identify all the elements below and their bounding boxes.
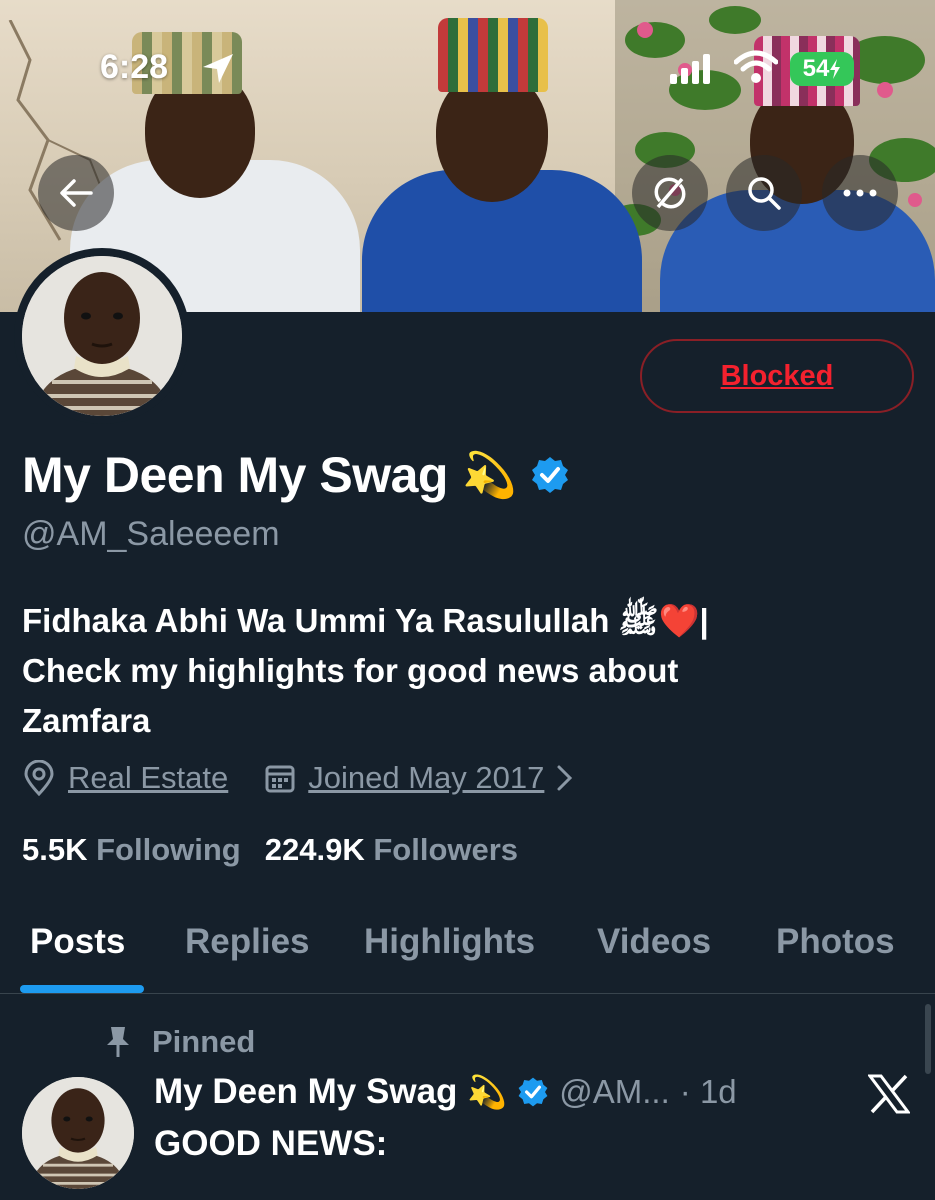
back-button[interactable] [38, 155, 114, 231]
pin-icon [107, 1027, 129, 1057]
x-logo-icon[interactable] [868, 1074, 910, 1114]
battery-indicator: 54 [790, 52, 854, 86]
tweet-author-avatar[interactable] [22, 1077, 134, 1189]
cellular-signal-icon [670, 54, 710, 84]
active-tab-indicator [20, 985, 144, 993]
profile-meta-row: Real Estate Joined May 2017 [22, 760, 576, 796]
profile-category-link[interactable]: Real Estate [68, 760, 228, 796]
battery-level: 54 [802, 55, 830, 82]
search-icon [748, 177, 781, 210]
sparkle-emoji: 💫 [467, 1074, 508, 1110]
search-button[interactable] [726, 155, 802, 231]
arrow-left-icon [60, 179, 93, 207]
tweet-header[interactable]: My Deen My Swag 💫 @AM... · 1d [154, 1072, 737, 1112]
bio-line: Zamfara [22, 702, 151, 739]
tab-posts[interactable]: Posts [30, 922, 125, 962]
more-options-button[interactable] [822, 155, 898, 231]
profile-tabs: Posts Replies Highlights Videos Photos [0, 900, 935, 994]
location-pin-icon [24, 760, 54, 796]
following-label: Following [96, 832, 241, 867]
following-count: 5.5K [22, 832, 88, 867]
tweet-author-handle: @AM... [559, 1073, 670, 1110]
bio-line: Fidhaka Abhi Wa Ummi Ya Rasulullah ﷺ❤️| [22, 602, 709, 639]
tweet-author-name: My Deen My Swag [154, 1072, 458, 1111]
blocked-button[interactable]: Blocked [640, 339, 914, 413]
verified-badge-icon[interactable] [530, 455, 570, 495]
pinned-indicator: Pinned [104, 1024, 255, 1060]
more-icon [843, 189, 877, 197]
joined-date-link[interactable]: Joined May 2017 [308, 760, 544, 796]
tab-photos[interactable]: Photos [776, 922, 895, 962]
followers-label: Followers [373, 832, 519, 867]
followers-stat[interactable]: 224.9K Followers [265, 832, 518, 868]
charging-bolt-icon [830, 59, 841, 79]
tweet-text: GOOD NEWS: [154, 1124, 388, 1163]
location-arrow-icon [203, 54, 233, 83]
wifi-icon [734, 50, 778, 83]
avatar-portrait-image [22, 1077, 134, 1189]
profile-bio: Fidhaka Abhi Wa Ummi Ya Rasulullah ﷺ❤️| … [22, 596, 902, 746]
calendar-icon [265, 765, 295, 793]
tab-videos[interactable]: Videos [597, 922, 711, 962]
scrollbar[interactable] [925, 1004, 931, 1074]
grok-analyze-button[interactable] [632, 155, 708, 231]
avatar-portrait-image [22, 256, 182, 416]
tweet-age: · 1d [679, 1073, 737, 1110]
verified-badge-icon [518, 1077, 548, 1107]
display-name-text: My Deen My Swag [22, 447, 448, 503]
sparkle-emoji: 💫 [461, 451, 517, 500]
followers-count: 224.9K [264, 832, 365, 867]
profile-avatar-frame[interactable] [14, 248, 190, 424]
tab-replies[interactable]: Replies [185, 922, 310, 962]
chevron-right-icon[interactable] [554, 763, 576, 793]
tab-highlights[interactable]: Highlights [364, 922, 535, 962]
following-stat[interactable]: 5.5K Following [22, 832, 241, 868]
bio-line: Check my highlights for good news about [22, 652, 679, 689]
profile-handle: @AM_Saleeeem [22, 515, 280, 553]
profile-avatar [22, 256, 182, 416]
status-time: 6:28 [100, 48, 169, 86]
profile-stats: 5.5K Following 224.9K Followers [22, 832, 518, 868]
banner-person-center [362, 10, 642, 312]
pinned-label: Pinned [152, 1024, 256, 1059]
share-refresh-icon [654, 177, 686, 209]
profile-display-name: My Deen My Swag 💫 [22, 446, 570, 504]
